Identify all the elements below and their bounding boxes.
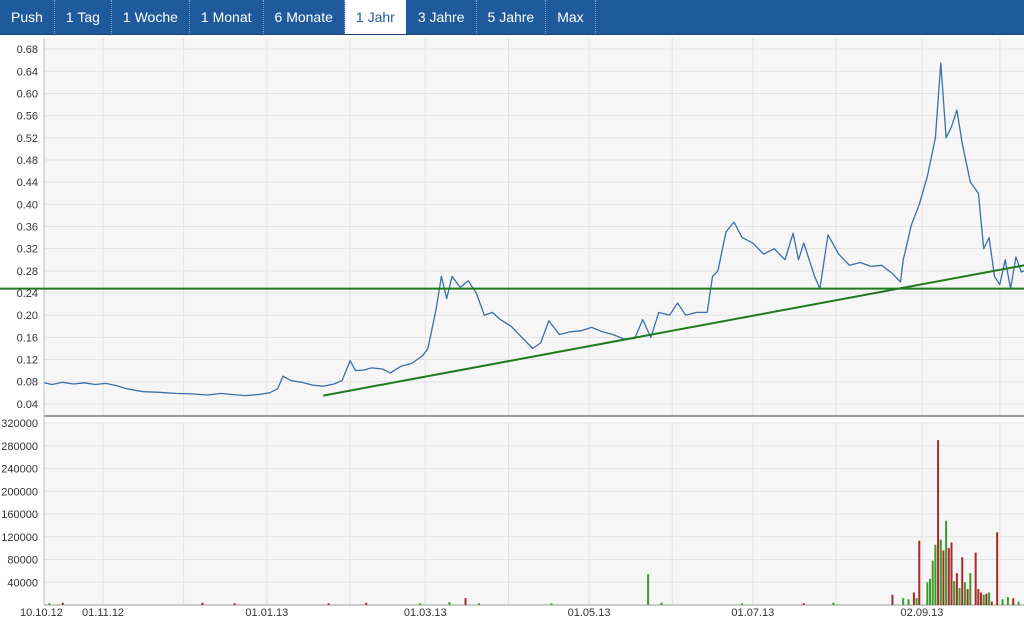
volume-bar <box>418 603 421 605</box>
volume-bar <box>939 539 942 605</box>
volume-bar <box>918 540 921 605</box>
tab-1-woche[interactable]: 1 Woche <box>112 0 190 34</box>
volume-bar <box>966 589 969 605</box>
volume-y-tick-label: 320000 <box>1 418 38 430</box>
volume-y-tick-label: 280000 <box>1 441 38 453</box>
volume-bar <box>996 532 999 605</box>
volume-bar <box>891 594 894 605</box>
volume-bar <box>1017 601 1020 605</box>
volume-bar <box>980 592 983 605</box>
volume-bar <box>969 573 972 605</box>
volume-bar <box>942 550 945 605</box>
price-y-tick-label: 0.04 <box>17 399 38 411</box>
volume-bar <box>950 542 953 605</box>
volume-bar <box>1012 598 1015 605</box>
price-y-tick-label: 0.20 <box>17 310 38 322</box>
volume-bar <box>201 602 204 605</box>
tab-push[interactable]: Push <box>0 0 55 34</box>
volume-bar <box>61 602 64 605</box>
price-y-tick-label: 0.32 <box>17 244 38 256</box>
x-tick-label: 01.03.13 <box>404 607 447 619</box>
price-y-tick-label: 0.28 <box>17 266 38 278</box>
tab-1-jahr[interactable]: 1 Jahr <box>344 0 407 34</box>
volume-bar <box>958 587 961 605</box>
volume-bar <box>955 573 958 605</box>
volume-bar <box>1006 597 1009 605</box>
volume-bar <box>907 599 910 605</box>
volume-y-tick-label: 160000 <box>1 509 38 521</box>
volume-bar <box>365 602 368 605</box>
volume-bar <box>985 593 988 605</box>
volume-bar <box>915 598 918 605</box>
price-y-tick-label: 0.60 <box>17 88 38 100</box>
volume-y-tick-label: 120000 <box>1 532 38 544</box>
volume-bar <box>48 603 51 605</box>
volume-y-tick-label: 40000 <box>7 577 38 589</box>
volume-bar <box>990 601 993 605</box>
volume-bar <box>464 598 467 605</box>
price-y-tick-label: 0.52 <box>17 133 38 145</box>
price-y-tick-label: 0.16 <box>17 332 38 344</box>
volume-bar <box>902 598 905 605</box>
tab-1-monat[interactable]: 1 Monat <box>190 0 264 34</box>
volume-bar <box>741 603 744 605</box>
tab-3-jahre[interactable]: 3 Jahre <box>407 0 477 34</box>
x-tick-label: 01.07.13 <box>731 607 774 619</box>
volume-bar <box>550 603 553 605</box>
volume-y-tick-label: 200000 <box>1 486 38 498</box>
chart-area: 10.10.12 01.11.12 01.01.13 01.03.13 01.05.13… <box>0 35 1024 622</box>
x-tick-label: 01.01.13 <box>245 607 288 619</box>
price-y-tick-label: 0.24 <box>17 288 38 300</box>
volume-bar <box>961 557 964 605</box>
tab-5-jahre[interactable]: 5 Jahre <box>477 0 547 34</box>
volume-bar <box>988 592 991 605</box>
tab-6-monate[interactable]: 6 Monate <box>264 0 345 34</box>
x-tick-label: 01.05.13 <box>568 607 611 619</box>
price-y-tick-label: 0.12 <box>17 355 38 367</box>
volume-bar <box>660 602 663 605</box>
tab-1-tag[interactable]: 1 Tag <box>55 0 112 34</box>
volume-bar <box>947 548 950 605</box>
volume-bar <box>929 578 932 605</box>
x-tick-label: 01.11.12 <box>82 607 124 619</box>
price-y-tick-label: 0.08 <box>17 377 38 389</box>
volume-bar <box>934 544 937 605</box>
volume-bar <box>945 520 948 605</box>
volume-bar <box>647 574 650 605</box>
volume-bar <box>327 603 330 605</box>
price-y-tick-label: 0.64 <box>17 66 38 78</box>
x-tick-label: 02.09.13 <box>901 607 944 619</box>
volume-bar <box>982 594 985 605</box>
price-y-tick-label: 0.44 <box>17 177 38 189</box>
volume-bar <box>937 440 940 605</box>
volume-bar <box>977 589 980 605</box>
tab-max[interactable]: Max <box>546 0 596 34</box>
price-y-tick-label: 0.48 <box>17 155 38 167</box>
volume-y-tick-label: 80000 <box>7 555 38 567</box>
volume-bar <box>233 603 236 605</box>
volume-bar <box>802 603 805 605</box>
volume-bar <box>477 603 480 605</box>
volume-bar <box>926 582 929 605</box>
price-y-tick-label: 0.40 <box>17 199 38 211</box>
volume-bar <box>953 581 956 605</box>
volume-bar <box>1001 599 1004 605</box>
volume-bar <box>931 560 934 605</box>
volume-bar <box>832 602 835 605</box>
x-tick-label: 10.10.12 <box>20 607 63 619</box>
price-y-tick-label: 0.56 <box>17 111 38 123</box>
volume-bar <box>448 602 451 605</box>
price-y-tick-label: 0.36 <box>17 222 38 234</box>
volume-bar <box>974 552 977 605</box>
timerange-tabbar: Push 1 Tag 1 Woche 1 Monat 6 Monate 1 Jahr 3 J… <box>0 0 1024 35</box>
volume-bar <box>963 582 966 605</box>
volume-y-tick-label: 240000 <box>1 464 38 476</box>
price-volume-chart: 10.10.12 01.11.12 01.01.13 01.03.13 01.05.13… <box>0 38 1024 619</box>
volume-bar <box>912 592 915 605</box>
price-y-tick-label: 0.68 <box>17 44 38 56</box>
